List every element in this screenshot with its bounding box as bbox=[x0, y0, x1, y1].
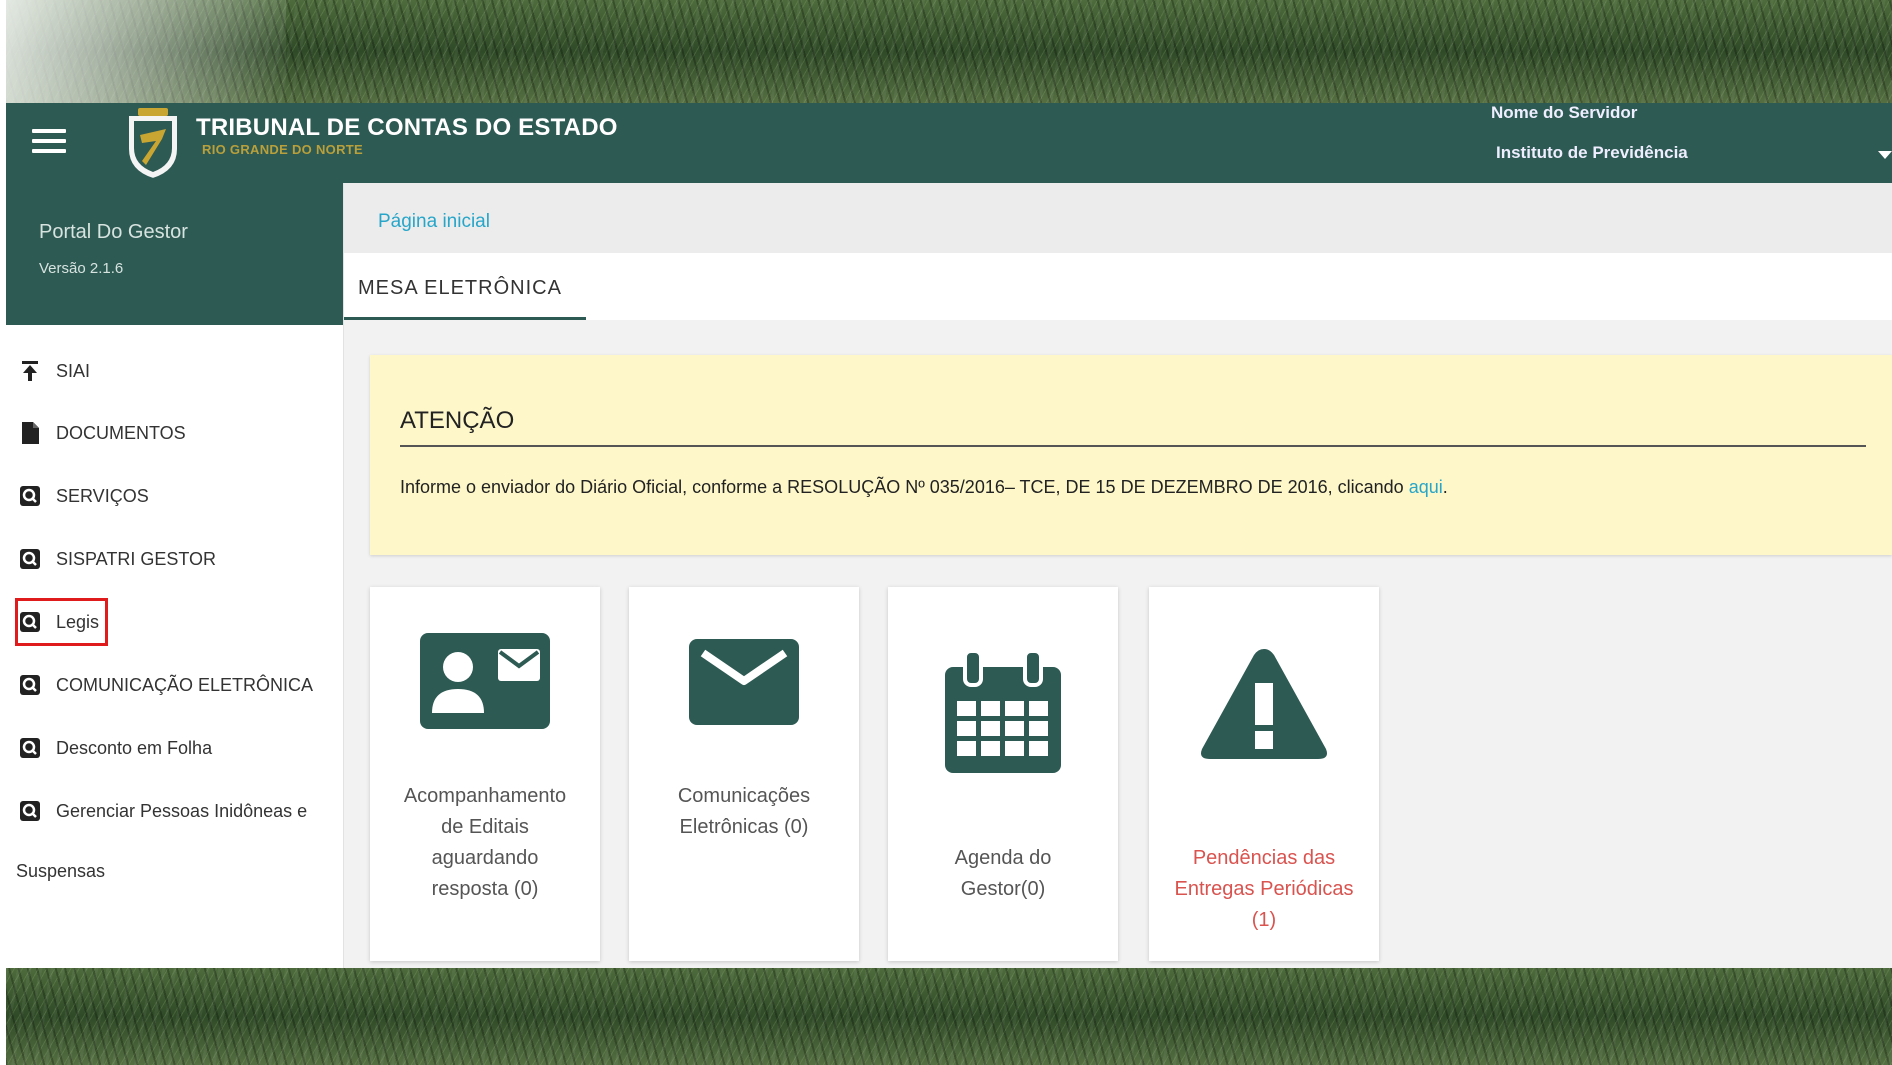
sidebar-item-label: Legis bbox=[56, 611, 100, 632]
sidebar-item-desconto-em-folha[interactable]: Desconto em Folha bbox=[18, 728, 212, 768]
calendar-icon bbox=[943, 649, 1063, 780]
sidebar-item-label-continued[interactable]: Suspensas bbox=[16, 861, 105, 882]
search-doc-icon bbox=[18, 799, 42, 823]
contact-mail-icon bbox=[420, 633, 550, 734]
brand-title: TRIBUNAL DE CONTAS DO ESTADO bbox=[196, 114, 618, 141]
background-photo-bottom bbox=[6, 968, 1892, 1065]
search-doc-icon bbox=[18, 484, 42, 508]
user-name[interactable]: Nome do Servidor bbox=[1491, 103, 1637, 123]
menu-icon[interactable] bbox=[32, 129, 66, 155]
card-agenda-do-gestor[interactable]: Agenda do Gestor(0) bbox=[888, 587, 1118, 961]
top-bar: TRIBUNAL DE CONTAS DO ESTADO RIO GRANDE … bbox=[6, 103, 1892, 183]
card-label: Agenda do Gestor(0) bbox=[954, 847, 1052, 900]
alert-link-aqui[interactable]: aqui bbox=[1409, 477, 1443, 497]
alert-title: ATENÇÃO bbox=[400, 407, 515, 434]
card-acompanhamento-editais[interactable]: Acompanhamento de Editais aguardando res… bbox=[370, 587, 600, 961]
sidebar-item-comunicacao-eletronica[interactable]: COMUNICAÇÃO ELETRÔNICA bbox=[18, 665, 313, 705]
sidebar-item-label: Gerenciar Pessoas Inidôneas e bbox=[56, 800, 308, 821]
portal-version: Versão 2.1.6 bbox=[39, 260, 124, 277]
alert-message: Informe o enviador do Diário Oficial, co… bbox=[400, 477, 1448, 498]
user-organization[interactable]: Instituto de Previdência bbox=[1496, 143, 1688, 163]
mail-icon bbox=[689, 639, 799, 730]
sidebar-item-legis[interactable]: Legis bbox=[14, 598, 109, 646]
sidebar-item-label: SIAI bbox=[56, 360, 91, 381]
sidebar-item-label: Desconto em Folha bbox=[56, 737, 213, 758]
attention-alert: ATENÇÃO Informe o enviador do Diário Ofi… bbox=[370, 355, 1892, 555]
search-doc-icon bbox=[18, 610, 42, 634]
breadcrumb: Página inicial bbox=[344, 183, 1892, 253]
sidebar-item-label: COMUNICAÇÃO ELETRÔNICA bbox=[56, 674, 314, 695]
warning-icon bbox=[1198, 645, 1330, 768]
search-doc-icon bbox=[18, 736, 42, 760]
card-label: Comunicações Eletrônicas (0) bbox=[677, 785, 811, 838]
alert-divider bbox=[400, 445, 1866, 447]
card-label: Acompanhamento de Editais aguardando res… bbox=[403, 785, 567, 900]
sidebar-item-label: DOCUMENTOS bbox=[56, 422, 186, 443]
sidebar-header: Portal Do Gestor Versão 2.1.6 bbox=[6, 183, 343, 325]
alert-message-end: . bbox=[1442, 477, 1448, 497]
card-label: Pendências das Entregas Periódicas (1) bbox=[1174, 847, 1354, 931]
sidebar-item-label: SISPATRI GESTOR bbox=[56, 548, 217, 569]
document-icon bbox=[18, 421, 42, 445]
portal-name: Portal Do Gestor bbox=[39, 221, 188, 243]
search-doc-icon bbox=[18, 673, 42, 697]
sidebar-item-siai[interactable]: SIAI bbox=[18, 351, 90, 391]
tab-mesa-eletronica[interactable]: MESA ELETRÔNICA bbox=[344, 253, 586, 320]
sidebar-item-label: SERVIÇOS bbox=[56, 485, 149, 506]
upload-icon bbox=[18, 359, 42, 383]
search-doc-icon bbox=[18, 547, 42, 571]
brand-subtitle: RIO GRANDE DO NORTE bbox=[202, 142, 363, 157]
sidebar-item-documentos[interactable]: DOCUMENTOS bbox=[18, 413, 186, 453]
tab-bar: MESA ELETRÔNICA bbox=[344, 253, 1892, 320]
card-pendencias-entregas[interactable]: Pendências das Entregas Periódicas (1) bbox=[1149, 587, 1379, 961]
app-window: TRIBUNAL DE CONTAS DO ESTADO RIO GRANDE … bbox=[6, 103, 1892, 968]
sidebar-item-servicos[interactable]: SERVIÇOS bbox=[18, 476, 149, 516]
background-photo-top bbox=[6, 0, 1892, 103]
tce-crest-logo bbox=[120, 105, 186, 181]
sidebar: Portal Do Gestor Versão 2.1.6 SIAI DOCUM… bbox=[6, 183, 344, 968]
sidebar-item-sispatri-gestor[interactable]: SISPATRI GESTOR bbox=[18, 539, 216, 579]
breadcrumb-home-link[interactable]: Página inicial bbox=[378, 211, 490, 232]
alert-message-text: Informe o enviador do Diário Oficial, co… bbox=[400, 477, 1409, 497]
user-menu-caret-icon[interactable] bbox=[1878, 151, 1892, 159]
card-comunicacoes-eletronicas[interactable]: Comunicações Eletrônicas (0) bbox=[629, 587, 859, 961]
sidebar-item-gerenciar-pessoas[interactable]: Gerenciar Pessoas Inidôneas e bbox=[18, 791, 307, 831]
